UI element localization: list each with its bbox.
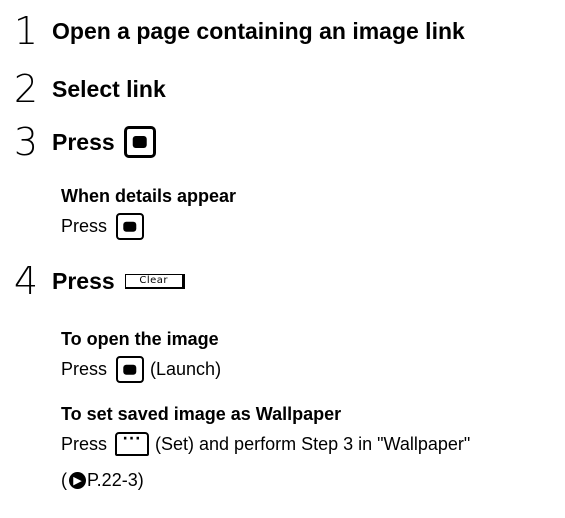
center-key-icon bbox=[123, 126, 156, 158]
set-instruction: (Set) and perform Step 3 in "Wallpaper" bbox=[155, 433, 471, 454]
softkey-icon: ··· bbox=[115, 432, 150, 456]
step-4-wallpaper-heading: To set saved image as Wallpaper bbox=[61, 404, 342, 424]
press-label: Press bbox=[61, 359, 108, 379]
step-3: 3 Press bbox=[0, 123, 156, 161]
step-4-wallpaper-text: Press ··· (Set) and perform Step 3 in "W… bbox=[61, 432, 470, 456]
step-number: 3 bbox=[13, 120, 39, 164]
step-1: 1 Open a page containing an image link bbox=[0, 12, 465, 50]
step-title: Press bbox=[52, 126, 156, 158]
clear-key-icon: Clear bbox=[124, 273, 185, 289]
step-4: 4 Press Clear bbox=[0, 262, 185, 300]
step-title: Open a page containing an image link bbox=[52, 17, 465, 44]
step-number: 1 bbox=[13, 9, 39, 53]
press-label: Press bbox=[61, 216, 108, 236]
step-title: Select link bbox=[52, 75, 166, 102]
page-reference: ( ▶ P.22-3) bbox=[61, 470, 144, 491]
reference-arrow-icon: ▶ bbox=[69, 472, 86, 489]
step-title: Press Clear bbox=[52, 268, 185, 295]
step-4-open-heading: To open the image bbox=[61, 329, 219, 349]
center-key-icon bbox=[116, 213, 145, 240]
step-title-text: Press bbox=[52, 267, 115, 294]
step-2: 2 Select link bbox=[0, 70, 166, 108]
center-key-icon bbox=[116, 356, 145, 383]
press-label: Press bbox=[61, 433, 108, 454]
step-4-open-text: Press (Launch) bbox=[61, 356, 221, 383]
step-title-text: Press bbox=[52, 128, 115, 155]
reference-open-paren: ( bbox=[61, 470, 67, 490]
step-3-sub-heading: When details appear bbox=[61, 186, 237, 206]
launch-label: (Launch) bbox=[150, 359, 222, 379]
step-number: 2 bbox=[13, 67, 39, 111]
step-number: 4 bbox=[13, 259, 39, 303]
reference-link[interactable]: P.22-3) bbox=[87, 470, 144, 491]
step-3-sub-text: Press bbox=[61, 213, 145, 240]
